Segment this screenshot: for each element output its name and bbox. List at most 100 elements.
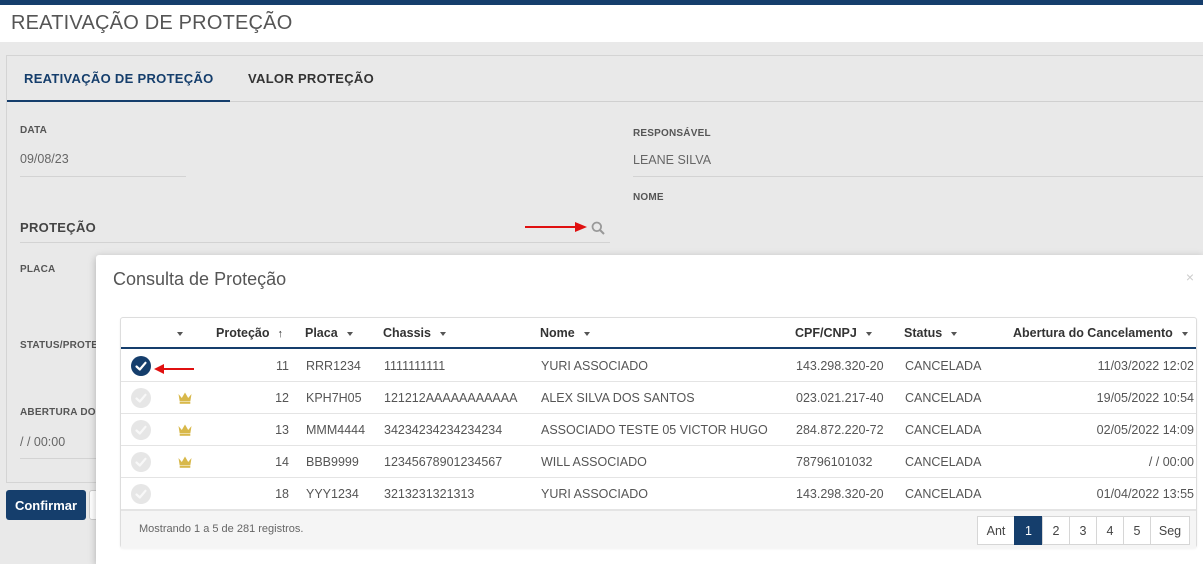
header-cpf-cnpj[interactable]: CPF/CNPJ xyxy=(795,326,872,340)
header-chassis[interactable]: Chassis xyxy=(383,326,446,340)
nome-label: NOME xyxy=(633,192,664,203)
responsavel-label: RESPONSÁVEL xyxy=(633,128,711,139)
pagination: Ant 1 2 3 4 5 Seg xyxy=(977,516,1190,545)
abertura-field[interactable]: / / 00:00 xyxy=(20,435,65,449)
chevron-down-icon xyxy=(346,331,353,336)
search-icon[interactable] xyxy=(591,221,605,235)
abertura-label: ABERTURA DO xyxy=(20,407,96,418)
records-info: Mostrando 1 a 5 de 281 registros. xyxy=(139,523,304,535)
header-placa-label: Placa xyxy=(305,326,338,340)
cell-status: CANCELADA xyxy=(905,455,982,469)
table-row[interactable]: 18 YYY1234 3213231321313 YURI ASSOCIADO 143.… xyxy=(121,478,1196,510)
tab-reativacao[interactable]: REATIVAÇÃO DE PROTEÇÃO xyxy=(7,56,230,102)
pager-page-2[interactable]: 2 xyxy=(1042,516,1070,545)
consulta-protecao-modal: Consulta de Proteção × Proteção ↑ Placa C… xyxy=(96,255,1203,564)
chevron-down-icon xyxy=(439,331,446,336)
cell-chassis: 1111111111 xyxy=(384,359,446,373)
protecao-section-title: PROTEÇÃO xyxy=(20,220,97,235)
page-title: REATIVAÇÃO DE PROTEÇÃO xyxy=(11,12,293,34)
header-nome-label: Nome xyxy=(540,326,575,340)
tab-bar: REATIVAÇÃO DE PROTEÇÃO VALOR PROTEÇÃO xyxy=(7,56,1203,102)
table-row[interactable]: 11 RRR1234 1111111111 YURI ASSOCIADO 143.298… xyxy=(121,350,1196,382)
cell-abertura: 11/03/2022 12:02 xyxy=(1097,359,1194,373)
cell-placa: YYY1234 xyxy=(306,487,359,501)
header-cpf-label: CPF/CNPJ xyxy=(795,326,857,340)
cell-protecao: 14 xyxy=(275,455,289,469)
cell-cpf: 143.298.320-20 xyxy=(796,487,884,501)
grid-header: Proteção ↑ Placa Chassis Nome CPF/CNPJ St… xyxy=(121,318,1196,349)
header-nome[interactable]: Nome xyxy=(540,326,590,340)
chevron-down-icon xyxy=(951,331,958,336)
cell-cpf: 284.872.220-72 xyxy=(796,423,884,437)
red-arrow-annotation xyxy=(525,222,587,232)
data-field[interactable]: 09/08/23 xyxy=(20,152,69,166)
cell-placa: RRR1234 xyxy=(306,359,361,373)
pager-page-4[interactable]: 4 xyxy=(1096,516,1124,545)
protecao-underline xyxy=(20,242,610,243)
cell-placa: BBB9999 xyxy=(306,455,359,469)
responsavel-field[interactable]: LEANE SILVA xyxy=(633,153,711,167)
cell-chassis: 34234234234234234 xyxy=(384,423,503,437)
cell-status: CANCELADA xyxy=(905,391,982,405)
pager-page-1[interactable]: 1 xyxy=(1014,516,1043,545)
cell-chassis: 12345678901234567 xyxy=(384,455,503,469)
cell-protecao: 12 xyxy=(275,391,289,405)
header-abertura-label: Abertura do Cancelamento xyxy=(1013,326,1173,340)
cell-abertura: 19/05/2022 10:54 xyxy=(1096,391,1194,405)
header-protecao-label: Proteção xyxy=(216,326,270,340)
header-protecao[interactable]: Proteção ↑ xyxy=(216,326,283,340)
cell-abertura: 02/05/2022 14:09 xyxy=(1096,423,1194,437)
cell-nome: WILL ASSOCIADO xyxy=(541,455,647,469)
chevron-down-icon xyxy=(583,331,590,336)
cell-abertura: / / 00:00 xyxy=(1148,455,1194,469)
header-status-label: Status xyxy=(904,326,943,340)
close-icon[interactable]: × xyxy=(1186,269,1194,285)
cell-cpf: 023.021.217-40 xyxy=(796,391,884,405)
responsavel-underline xyxy=(633,176,1203,177)
data-underline xyxy=(20,176,186,177)
cell-abertura: 01/04/2022 13:55 xyxy=(1096,487,1194,501)
table-row[interactable]: 12 KPH7H05 121212AAAAAAAAAAA ALEX SILVA DOS… xyxy=(121,382,1196,414)
cell-nome: YURI ASSOCIADO xyxy=(541,359,648,373)
cell-nome: ALEX SILVA DOS SANTOS xyxy=(541,391,695,405)
abertura-underline xyxy=(20,458,100,459)
column-menu-header[interactable] xyxy=(177,326,183,340)
data-label: DATA xyxy=(20,125,48,136)
header-placa[interactable]: Placa xyxy=(305,326,353,340)
header-chassis-label: Chassis xyxy=(383,326,431,340)
grid-footer: Mostrando 1 a 5 de 281 registros. Ant 1 … xyxy=(121,510,1196,548)
pager-page-5[interactable]: 5 xyxy=(1123,516,1151,545)
placa-label: PLACA xyxy=(20,264,56,275)
tab-valor-protecao[interactable]: VALOR PROTEÇÃO xyxy=(248,56,374,102)
table-row[interactable]: 13 MMM4444 34234234234234234 ASSOCIADO TEST… xyxy=(121,414,1196,446)
cell-protecao: 13 xyxy=(275,423,289,437)
cell-placa: MMM4444 xyxy=(306,423,366,437)
page-header: REATIVAÇÃO DE PROTEÇÃO xyxy=(0,5,1203,42)
cell-placa: KPH7H05 xyxy=(306,391,362,405)
pager-page-3[interactable]: 3 xyxy=(1069,516,1097,545)
pager-prev[interactable]: Ant xyxy=(977,516,1015,545)
cell-protecao: 18 xyxy=(275,487,289,501)
cell-cpf: 143.298.320-20 xyxy=(796,359,884,373)
table-row[interactable]: 14 BBB9999 12345678901234567 WILL ASSOCIADO… xyxy=(121,446,1196,478)
cell-protecao: 11 xyxy=(276,359,289,373)
confirm-button[interactable]: Confirmar xyxy=(6,490,86,520)
pager-next[interactable]: Seg xyxy=(1150,516,1190,545)
cell-cpf: 78796101032 xyxy=(796,455,873,469)
cell-nome: ASSOCIADO TESTE 05 VICTOR HUGO xyxy=(541,423,768,437)
chevron-down-icon xyxy=(177,331,183,336)
chevron-down-icon xyxy=(865,331,872,336)
cell-chassis: 121212AAAAAAAAAAA xyxy=(384,391,518,405)
header-abertura[interactable]: Abertura do Cancelamento xyxy=(1013,326,1188,340)
modal-title: Consulta de Proteção xyxy=(113,269,287,289)
cell-status: CANCELADA xyxy=(905,359,982,373)
cell-chassis: 3213231321313 xyxy=(384,487,475,501)
cell-status: CANCELADA xyxy=(905,487,982,501)
cell-nome: YURI ASSOCIADO xyxy=(541,487,648,501)
protecao-grid: Proteção ↑ Placa Chassis Nome CPF/CNPJ St… xyxy=(120,317,1197,548)
status-protecao-label: STATUS/PROTE xyxy=(20,340,99,351)
sort-asc-icon: ↑ xyxy=(277,328,284,340)
cell-status: CANCELADA xyxy=(905,423,982,437)
chevron-down-icon xyxy=(1181,331,1188,336)
header-status[interactable]: Status xyxy=(904,326,958,340)
